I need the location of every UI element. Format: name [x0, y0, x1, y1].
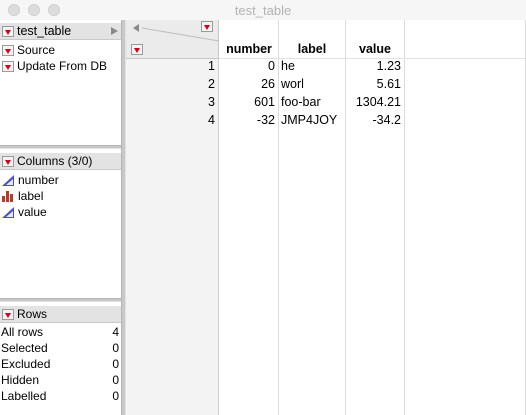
- rows-panel-header[interactable]: Rows: [0, 306, 121, 323]
- run-script-icon[interactable]: [111, 27, 118, 35]
- window-titlebar: test_table: [0, 0, 526, 20]
- grid-corner[interactable]: [126, 20, 219, 59]
- column-item-label[interactable]: label: [2, 188, 43, 204]
- collapse-left-icon[interactable]: [133, 24, 139, 32]
- column-name: number: [18, 173, 59, 187]
- columns-panel-title: Columns (3/0): [17, 154, 93, 168]
- column-header-label[interactable]: label: [279, 40, 345, 58]
- cell-number[interactable]: 26: [220, 75, 275, 93]
- column-item-number[interactable]: number: [2, 172, 59, 188]
- stat-label: All rows: [1, 325, 44, 339]
- rows-stat-labelled: Labelled 0: [0, 388, 121, 404]
- rows-menu-triangle-icon[interactable]: [2, 308, 14, 320]
- stat-value: 0: [112, 373, 119, 387]
- script-menu-triangle-icon[interactable]: [2, 44, 14, 56]
- cell-label[interactable]: JMP4JOY: [281, 111, 343, 129]
- window-title: test_table: [234, 3, 292, 18]
- stat-value: 4: [112, 325, 119, 339]
- data-grid: number label value 1 0 he 1.23 2 26 worl…: [126, 20, 526, 415]
- cell-value[interactable]: -34.2: [346, 111, 402, 129]
- rows-corner-menu-icon[interactable]: [131, 44, 143, 55]
- cell-value[interactable]: 5.61: [346, 75, 401, 93]
- stat-label: Hidden: [1, 373, 40, 387]
- stat-label: Labelled: [1, 389, 47, 403]
- stat-value: 0: [112, 357, 119, 371]
- rows-stat-excluded: Excluded 0: [0, 356, 121, 372]
- cell-value[interactable]: 1304.21: [346, 93, 401, 111]
- cell-number[interactable]: 601: [220, 93, 275, 111]
- script-item-source[interactable]: Source: [0, 42, 121, 58]
- continuous-icon: [2, 206, 14, 218]
- grid-line: [404, 20, 405, 415]
- stat-label: Excluded: [1, 357, 51, 371]
- columns-menu-triangle-icon[interactable]: [2, 155, 14, 167]
- continuous-icon: [2, 174, 14, 186]
- column-header-number[interactable]: number: [220, 40, 278, 58]
- stat-value: 0: [112, 341, 119, 355]
- column-header-value[interactable]: value: [346, 40, 404, 58]
- script-label: Update From DB: [17, 59, 108, 73]
- rows-stat-all-rows: All rows 4: [0, 324, 121, 340]
- table-name: test_table: [17, 24, 72, 38]
- panel-divider[interactable]: [0, 298, 121, 302]
- columns-corner-menu-icon[interactable]: [201, 21, 213, 32]
- script-label: Source: [17, 43, 56, 57]
- left-panel: test_table Source Update From DB Columns…: [0, 20, 126, 415]
- nominal-icon: [2, 190, 14, 202]
- panel-divider[interactable]: [0, 145, 121, 149]
- table-menu-triangle-icon[interactable]: [2, 25, 14, 37]
- rows-stat-hidden: Hidden 0: [0, 372, 121, 388]
- cell-label[interactable]: worl: [281, 75, 343, 93]
- columns-panel-header[interactable]: Columns (3/0): [0, 153, 121, 170]
- script-item-update-from-db[interactable]: Update From DB: [0, 58, 121, 74]
- cell-label[interactable]: he: [281, 57, 343, 75]
- column-item-value[interactable]: value: [2, 204, 47, 220]
- cell-label[interactable]: foo-bar: [281, 93, 343, 111]
- stat-value: 0: [112, 389, 119, 403]
- row-number[interactable]: 4: [126, 111, 215, 129]
- script-menu-triangle-icon[interactable]: [2, 60, 14, 72]
- column-name: label: [18, 189, 44, 203]
- cell-value[interactable]: 1.23: [346, 57, 401, 75]
- rows-panel-title: Rows: [17, 307, 48, 321]
- row-number[interactable]: 3: [126, 93, 215, 111]
- stat-label: Selected: [1, 341, 48, 355]
- cell-number[interactable]: -32: [220, 111, 275, 129]
- row-number[interactable]: 2: [126, 75, 215, 93]
- column-name: value: [18, 205, 47, 219]
- table-panel-header[interactable]: test_table: [0, 23, 121, 40]
- row-number[interactable]: 1: [126, 57, 215, 75]
- cell-number[interactable]: 0: [220, 57, 275, 75]
- rows-stat-selected: Selected 0: [0, 340, 121, 356]
- grid-line: [278, 20, 279, 415]
